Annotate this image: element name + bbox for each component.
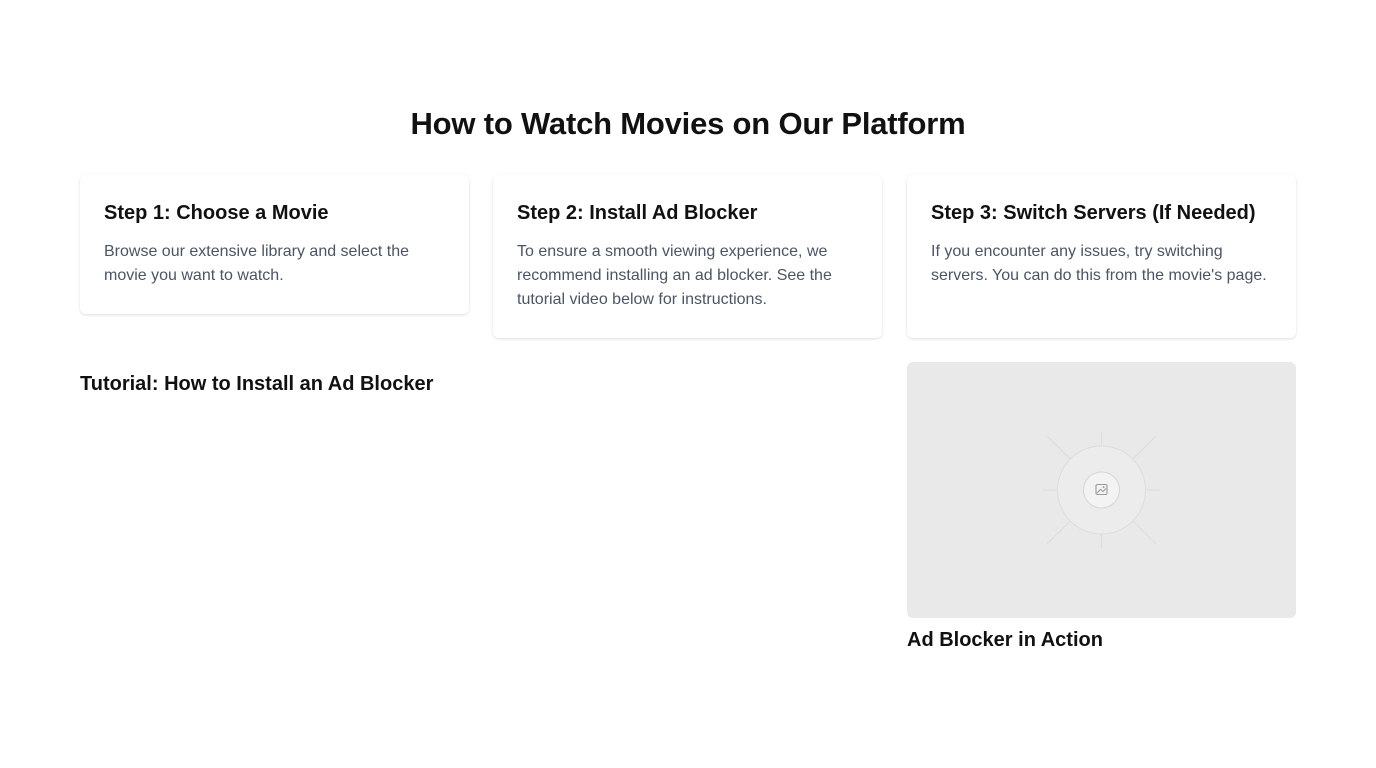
- step-card-2: Step 2: Install Ad Blocker To ensure a s…: [493, 175, 882, 338]
- ad-blocker-image: [907, 362, 1296, 618]
- image-placeholder-icon: [1043, 432, 1160, 548]
- step-description: Browse our extensive library and select …: [104, 243, 410, 284]
- step-description: To ensure a smooth viewing experience, w…: [517, 243, 832, 308]
- step-title: Step 3: Switch Servers (If Needed): [931, 202, 1256, 224]
- step-title: Step 1: Choose a Movie: [104, 202, 329, 224]
- step-card-1: Step 1: Choose a Movie Browse our extens…: [80, 175, 469, 314]
- step-description: If you encounter any issues, try switchi…: [931, 243, 1267, 284]
- tutorial-title: Tutorial: How to Install an Ad Blocker: [80, 373, 434, 395]
- step-title: Step 2: Install Ad Blocker: [517, 202, 758, 224]
- page-title: How to Watch Movies on Our Platform: [410, 106, 966, 141]
- step-card-3: Step 3: Switch Servers (If Needed) If yo…: [907, 175, 1296, 338]
- media-caption: Ad Blocker in Action: [907, 629, 1103, 651]
- page: How to Watch Movies on Our Platform Step…: [0, 0, 1376, 768]
